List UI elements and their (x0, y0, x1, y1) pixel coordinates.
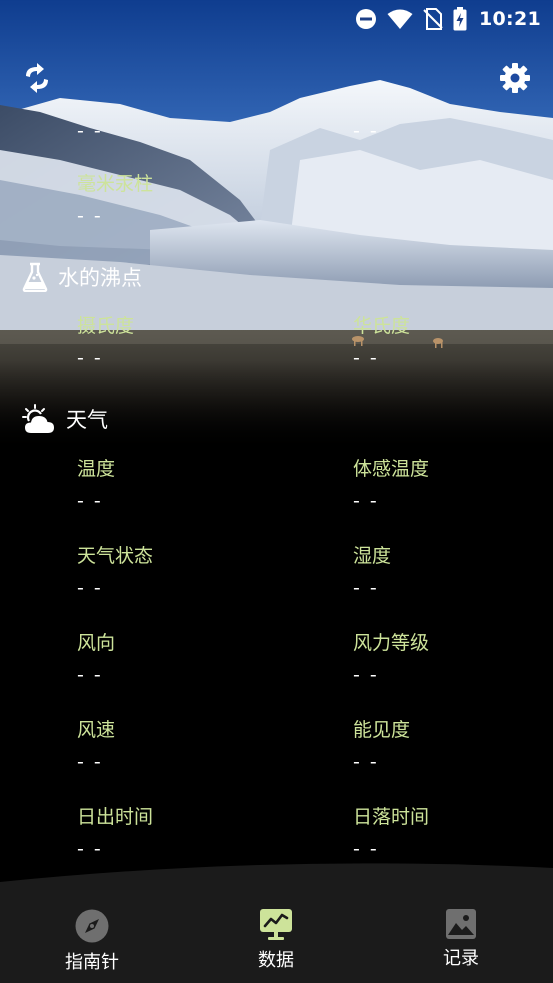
refresh-icon (26, 63, 48, 93)
sunrise-label: 日出时间 (77, 806, 154, 828)
no-sim-icon (423, 8, 443, 30)
status-time: 10:21 (479, 8, 541, 30)
do-not-disturb-icon (356, 9, 377, 29)
feels-like-value: - - (353, 490, 379, 512)
mmhg-label: 毫米汞柱 (77, 173, 154, 195)
refresh-button[interactable] (19, 60, 55, 96)
gear-icon (500, 63, 530, 93)
weather-header: 天气 (22, 403, 108, 435)
image-icon (446, 909, 476, 939)
weather-item-wind-direction: 风向 - - (77, 632, 277, 686)
weather-item-feels-like: 体感温度 - - (353, 458, 553, 512)
wind-direction-label: 风向 (77, 632, 116, 654)
humidity-value: - - (353, 577, 379, 599)
wind-direction-value: - - (77, 664, 103, 686)
nav-label-compass: 指南针 (65, 952, 119, 973)
sunset-label: 日落时间 (353, 806, 430, 828)
status-icons: 10:21 (355, 7, 541, 31)
temperature-label: 温度 (77, 458, 116, 480)
weather-item-visibility: 能见度 - - (353, 719, 553, 773)
weather-item-wind-level: 风力等级 - - (353, 632, 553, 686)
wind-speed-label: 风速 (77, 719, 116, 741)
wind-level-value: - - (353, 664, 379, 686)
humidity-label: 湿度 (353, 545, 392, 567)
battery-charging-icon (453, 7, 467, 31)
temperature-value: - - (77, 490, 103, 512)
pressure-cell-left: - - (77, 120, 277, 142)
settings-button[interactable] (497, 60, 533, 96)
pressure-cell-right: - - (353, 120, 553, 142)
weather-item-wind-speed: 风速 - - (77, 719, 277, 773)
celsius-cell: 摄氏度 - - (77, 315, 277, 369)
weather-item-sunset: 日落时间 - - (353, 806, 553, 860)
weather-item-condition: 天气状态 - - (77, 545, 277, 599)
nav-label-record: 记录 (443, 948, 479, 969)
flask-icon (22, 262, 48, 292)
fahrenheit-label: 华氏度 (353, 315, 411, 337)
fahrenheit-cell: 华氏度 - - (353, 315, 553, 369)
wind-level-label: 风力等级 (353, 632, 430, 654)
feels-like-label: 体感温度 (353, 458, 430, 480)
pressure-value-left: - - (77, 120, 103, 142)
celsius-label: 摄氏度 (77, 315, 135, 337)
pressure-value-right: - - (353, 120, 379, 142)
weather-title: 天气 (66, 408, 108, 432)
nav-item-compass[interactable]: 指南针 (37, 908, 147, 974)
condition-label: 天气状态 (77, 545, 154, 567)
nav-label-data: 数据 (258, 950, 294, 971)
sunset-value: - - (353, 838, 379, 860)
mmhg-value: - - (77, 205, 103, 227)
fahrenheit-value: - - (353, 347, 379, 369)
visibility-value: - - (353, 751, 379, 773)
wifi-icon (387, 9, 413, 29)
weather-item-humidity: 湿度 - - (353, 545, 553, 599)
sunrise-value: - - (77, 838, 103, 860)
weather-item-sunrise: 日出时间 - - (77, 806, 277, 860)
sun-cloud-icon (22, 404, 54, 433)
bottom-navigation: 指南针 数据 记录 (0, 890, 553, 983)
status-bar: 10:21 (0, 0, 553, 38)
chart-icon (260, 909, 292, 940)
mmhg-cell: 毫米汞柱 - - (77, 173, 277, 227)
celsius-value: - - (77, 347, 103, 369)
weather-item-temperature: 温度 - - (77, 458, 277, 512)
visibility-label: 能见度 (353, 719, 411, 741)
data-content: - - - - 毫米汞柱 - - 水的沸点 摄氏度 - - 华氏度 - - 天气… (0, 0, 553, 983)
wind-speed-value: - - (77, 751, 103, 773)
nav-item-data[interactable]: 数据 (221, 908, 331, 972)
compass-icon (75, 909, 109, 943)
condition-value: - - (77, 577, 103, 599)
nav-item-record[interactable]: 记录 (406, 908, 516, 970)
boiling-point-header: 水的沸点 (22, 261, 142, 293)
boiling-point-title: 水的沸点 (58, 266, 142, 290)
